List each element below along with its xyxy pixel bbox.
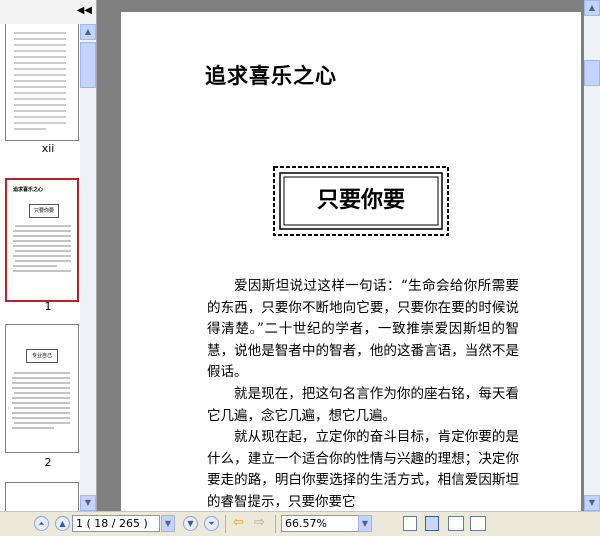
scroll-down-arrow-icon[interactable]: ▼ <box>584 495 600 511</box>
thumbnail-page-1[interactable]: 追求喜乐之心 只要你要 <box>5 178 79 302</box>
zoom-field[interactable]: 66.57% <box>281 515 365 532</box>
paragraph: 爱因斯坦说过这样一句话：“生命会给你所需要的东西，只要你不断地向它要，只要你在要… <box>207 278 519 381</box>
page-number-field[interactable]: 1 ( 18 / 265 ) <box>72 515 160 532</box>
scroll-down-arrow-icon[interactable]: ▼ <box>80 495 96 511</box>
decorative-frame: 只要你要 <box>271 164 451 238</box>
collapse-sidebar-icon[interactable]: ◀◀ <box>77 6 92 16</box>
scrollbar-thumb[interactable] <box>584 60 600 86</box>
navigation-toolbar: ⏶ ▲ 1 ( 18 / 265 ) ▼ ▼ ⏷ ⇦ ⇨ 66.57% ▼ <box>0 511 600 536</box>
first-page-icon[interactable]: ⏶ <box>34 516 49 531</box>
single-page-layout-icon[interactable] <box>403 516 417 531</box>
document-view: 追求喜乐之心 只要你要 爱因斯坦说过这样一句话：“生命会给你所需要的东西，只要你… <box>97 0 584 511</box>
continuous-layout-icon[interactable] <box>425 516 439 531</box>
scroll-up-arrow-icon[interactable]: ▲ <box>584 0 600 16</box>
zoom-dropdown-arrow-icon[interactable]: ▼ <box>358 515 372 532</box>
scroll-up-arrow-icon[interactable]: ▲ <box>80 24 96 40</box>
sidebar-header: ◀◀ <box>0 0 96 24</box>
thumbnail-page-3[interactable] <box>5 482 79 511</box>
previous-page-icon[interactable]: ▲ <box>55 516 70 531</box>
document-scrollbar[interactable]: ▲ ▼ <box>584 0 600 511</box>
document-page: 追求喜乐之心 只要你要 爱因斯坦说过这样一句话：“生命会给你所需要的东西，只要你… <box>121 12 581 511</box>
thumbnail-page-2[interactable]: 专业自己 <box>5 324 79 453</box>
body-text: 爱因斯坦说过这样一句话：“生命会给你所需要的东西，只要你不断地向它要，只要你在要… <box>207 276 519 511</box>
thumbnail-text-lines <box>12 372 70 429</box>
toolbar-separator <box>275 515 276 533</box>
facing-layout-icon[interactable] <box>448 516 464 531</box>
sidebar-scrollbar[interactable]: ▲ ▼ <box>80 24 96 511</box>
thumbnail-sidebar: ◀◀ 追求喜乐之心 只要你要 专业自己 xii 1 2 ▲ ▼ <box>0 0 97 511</box>
last-page-icon[interactable]: ⏷ <box>204 516 219 531</box>
toc-thumbnail-lines <box>14 32 66 130</box>
paragraph: 就从现在起，立定你的奋斗目标，肯定你要的是什么，建立一个适合你的性情与兴趣的理想… <box>207 429 519 510</box>
thumbnail-page-xii[interactable] <box>5 24 79 141</box>
go-forward-arrow-icon[interactable]: ⇨ <box>254 516 265 530</box>
paragraph: 就是现在，把这句名言作为你的座右铭，每天看它几遍，念它几遍，想它几遍。 <box>207 385 519 424</box>
continuous-facing-layout-icon[interactable] <box>470 516 486 531</box>
page-dropdown-arrow-icon[interactable]: ▼ <box>161 515 175 532</box>
go-back-arrow-icon[interactable]: ⇦ <box>233 516 244 530</box>
thumbnail-text-lines <box>13 225 71 272</box>
frame-heading: 只要你要 <box>316 188 405 213</box>
page-title: 追求喜乐之心 <box>205 63 337 88</box>
toolbar-separator <box>225 515 226 533</box>
thumbnail-list: 追求喜乐之心 只要你要 专业自己 <box>0 24 80 511</box>
scrollbar-thumb[interactable] <box>80 42 96 88</box>
next-page-icon[interactable]: ▼ <box>183 516 198 531</box>
